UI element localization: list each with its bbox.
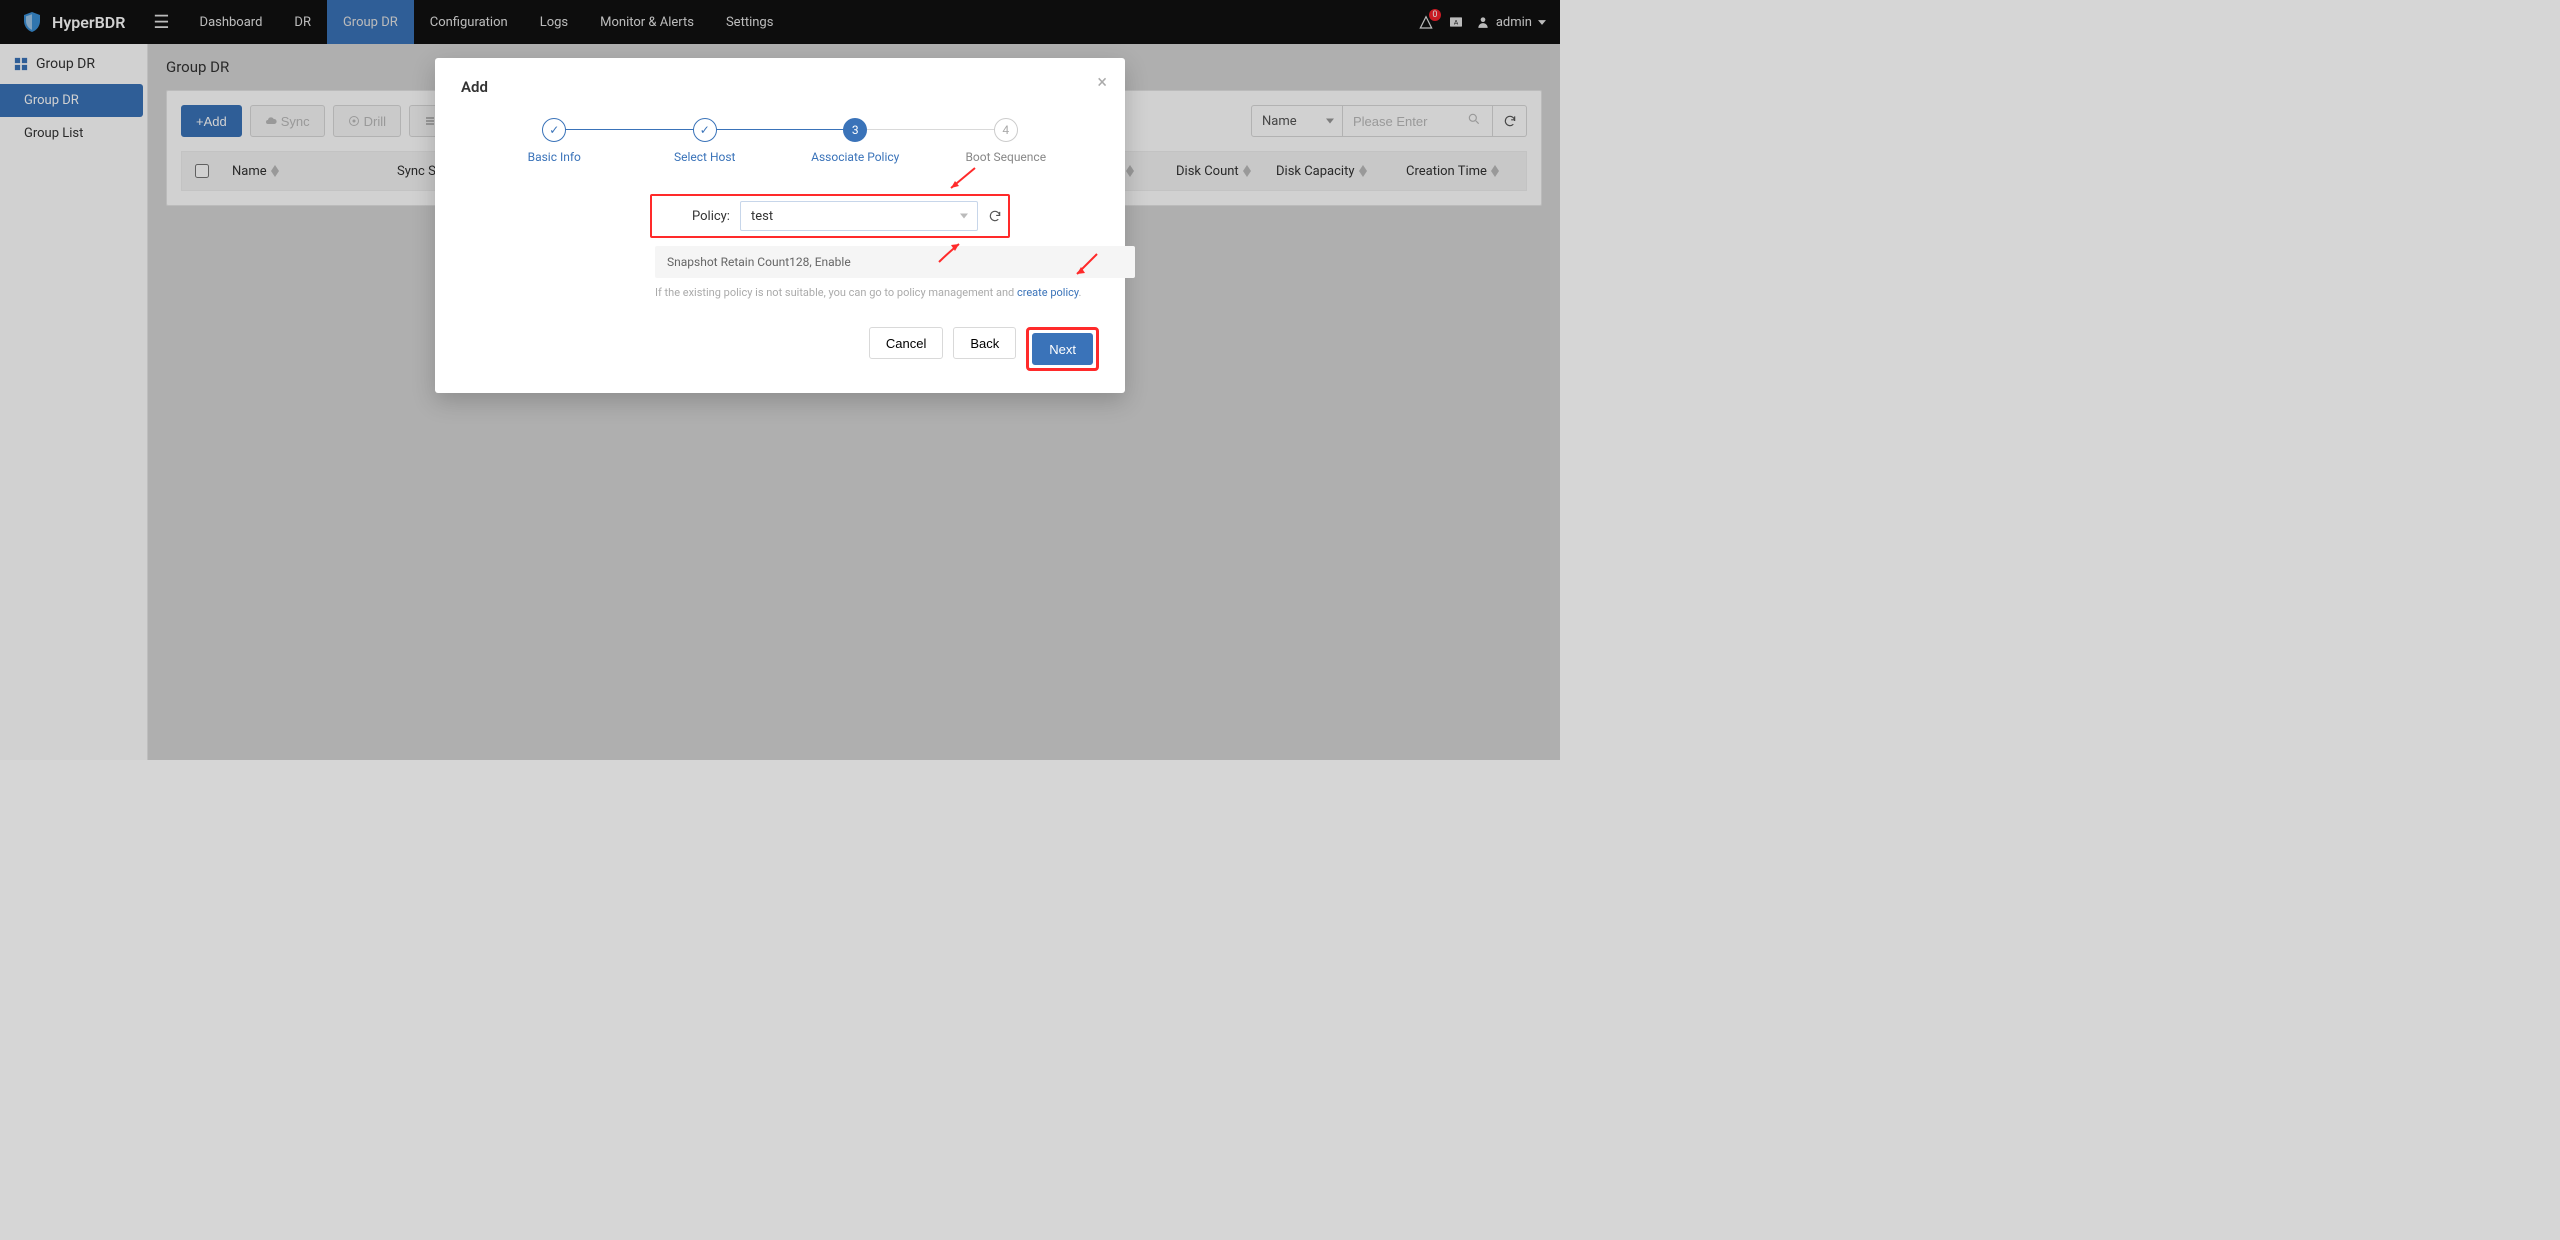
back-button[interactable]: Back [953, 327, 1016, 359]
step-select-host: ✓ Select Host [630, 118, 781, 164]
step-indicator: ✓ Basic Info ✓ Select Host 3 Associate P… [479, 118, 1081, 164]
policy-highlight-box: Policy: test [650, 194, 1010, 238]
next-button[interactable]: Next [1032, 333, 1093, 365]
step-boot-sequence: 4 Boot Sequence [931, 118, 1082, 164]
close-icon[interactable]: × [1097, 74, 1107, 92]
reload-policy-icon[interactable] [988, 208, 1002, 224]
check-icon: ✓ [693, 118, 717, 142]
step-basic-info: ✓ Basic Info [479, 118, 630, 164]
next-highlight-box: Next [1026, 327, 1099, 371]
annotation-arrow-policy [945, 164, 979, 194]
policy-summary-band: Snapshot Retain Count128, Enable [655, 246, 1135, 278]
add-modal: Add × ✓ Basic Info ✓ Select Host 3 Assoc… [435, 58, 1125, 393]
step-associate-policy: 3 Associate Policy [780, 118, 931, 164]
policy-select[interactable]: test [740, 201, 978, 231]
modal-footer: Cancel Back Next [461, 327, 1099, 371]
check-icon: ✓ [542, 118, 566, 142]
policy-row: Policy: test [461, 194, 1099, 238]
modal-mask: Add × ✓ Basic Info ✓ Select Host 3 Assoc… [0, 0, 1560, 760]
policy-label: Policy: [692, 209, 730, 224]
cancel-button[interactable]: Cancel [869, 327, 943, 359]
modal-title: Add [461, 78, 1099, 96]
policy-hint: If the existing policy is not suitable, … [655, 286, 1135, 299]
create-policy-link[interactable]: create policy [1017, 286, 1079, 299]
